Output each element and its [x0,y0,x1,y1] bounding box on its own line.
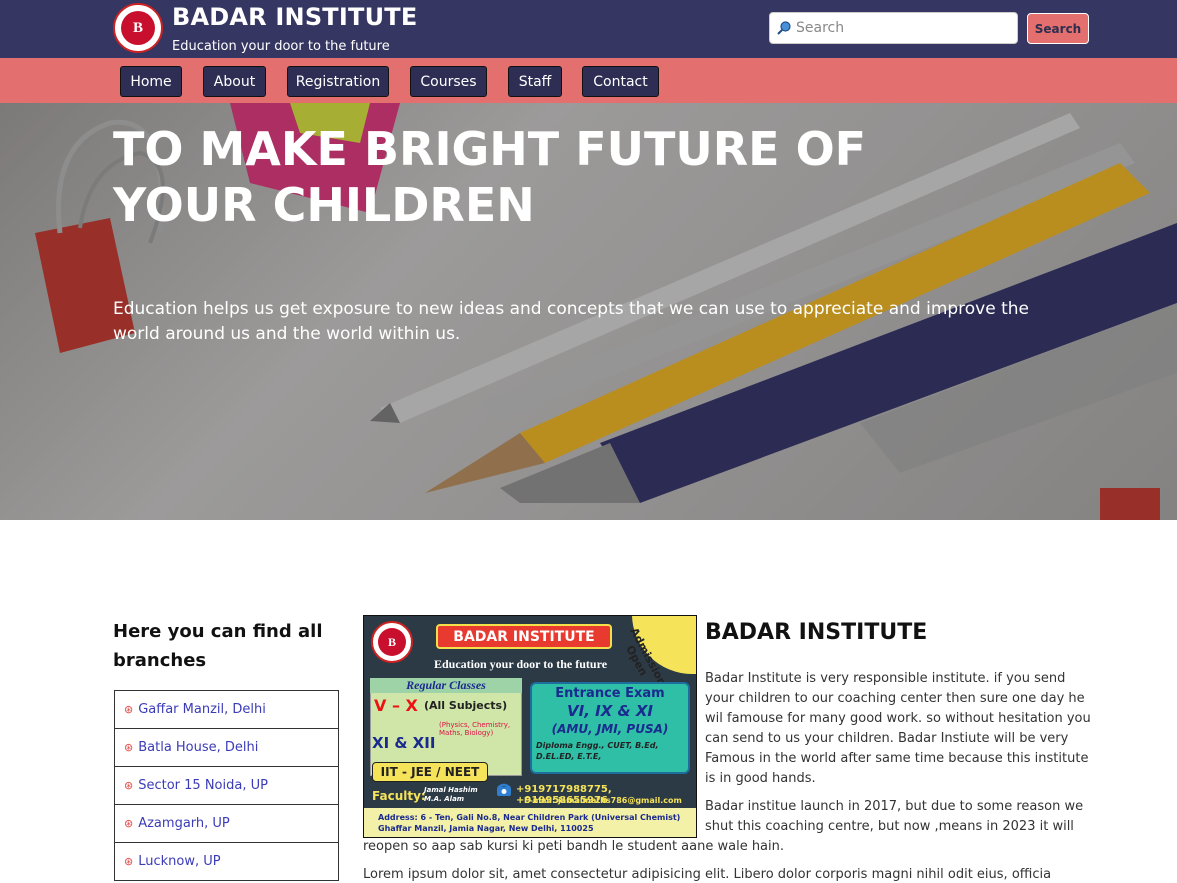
poster-email: E-mail: jamalmaths786@gmail.com [524,796,682,805]
poster-logo: B [371,621,413,663]
branches-heading: Here you can find all branches [113,621,323,671]
all-subjects: (All Subjects) [424,699,508,712]
branch-item[interactable]: ⊛ Lucknow, UP [115,843,338,881]
about-paragraph-launch: Badar institue launch in 2017, but due t… [705,799,1084,834]
bullet-icon: ⊛ [124,741,134,754]
hero-title: TO MAKE BRIGHT FUTURE OF YOUR CHILDREN [113,122,867,232]
nav-contact[interactable]: Contact [582,66,659,97]
about-paragraph-launch-continued: reopen so aap sab kursi ki peti bandh le… [363,839,785,854]
branch-link[interactable]: Azamgarh, UP [138,816,230,831]
branch-item[interactable]: ⊛ Gaffar Manzil, Delhi [115,691,338,729]
iit-neet-badge: IIT - JEE / NEET [372,762,488,782]
entrance-classes: VI, IX & XI [567,702,653,720]
branch-link[interactable]: Batla House, Delhi [138,740,258,755]
bullet-icon: ⊛ [124,855,134,868]
search-button[interactable]: Search [1027,13,1089,44]
branch-link[interactable]: Lucknow, UP [138,854,220,869]
branch-list: ⊛ Gaffar Manzil, Delhi ⊛ Batla House, De… [114,690,339,881]
nav-staff[interactable]: Staff [508,66,562,97]
entrance-universities: (AMU, JMI, PUSA) [551,722,669,736]
entrance-other-exams: Diploma Engg., CUET, B.Ed, D.EL.ED, E.T.… [536,741,659,761]
subject-list: (Physics, Chemistry, Maths, Biology) [439,721,511,737]
hero-banner: TO MAKE BRIGHT FUTURE OF YOUR CHILDREN E… [0,103,1177,520]
search-icon [777,21,791,35]
nav-registration[interactable]: Registration [287,66,389,97]
entrance-heading: Entrance Exam [555,686,665,701]
site-tagline: Education your door to the future [172,39,390,54]
about-paragraph-lorem: Lorem ipsum dolor sit, amet consectetur … [363,867,1052,882]
poster-address: Address: 6 - Ten, Gali No.8, Near Childr… [364,808,696,837]
site-title[interactable]: BADAR INSTITUTE [172,3,417,31]
bullet-icon: ⊛ [124,817,134,830]
regular-classes-heading: Regular Classes [370,678,522,693]
classes-v-x: V – X [374,696,418,715]
branch-link[interactable]: Gaffar Manzil, Delhi [138,702,266,717]
poster-tagline: Education your door to the future [434,657,608,671]
classes-xi-xii: XI & XII [372,734,436,752]
poster-logo-emblem: B [378,628,406,656]
institute-poster: B BADAR INSTITUTE Education your door to… [363,615,697,838]
main-nav: Home About Registration Courses Staff Co… [0,58,1177,103]
search-input[interactable] [796,20,1006,36]
branch-item[interactable]: ⊛ Sector 15 Noida, UP [115,767,338,805]
about-paragraph: Badar Institute is very responsible inst… [705,671,1091,786]
top-header: B BADAR INSTITUTE Education your door to… [0,0,1177,58]
nav-courses[interactable]: Courses [410,66,487,97]
branch-item[interactable]: ⊛ Batla House, Delhi [115,729,338,767]
search-field[interactable] [769,12,1018,44]
nav-about[interactable]: About [203,66,266,97]
branch-item[interactable]: ⊛ Azamgarh, UP [115,805,338,843]
phone-icon [497,783,511,796]
bullet-icon: ⊛ [124,703,134,716]
nav-home[interactable]: Home [120,66,182,97]
branch-link[interactable]: Sector 15 Noida, UP [138,778,268,793]
poster-name: BADAR INSTITUTE [436,624,612,649]
bullet-icon: ⊛ [124,779,134,792]
logo-emblem: B [121,11,155,45]
institute-logo[interactable]: B [113,3,163,53]
about-title: BADAR INSTITUTE [705,620,928,645]
faculty-names: Jamal Hashim M.A. Alam [424,786,478,803]
hero-description: Education helps us get exposure to new i… [113,299,1030,344]
faculty-label: Faculty: [372,789,426,803]
